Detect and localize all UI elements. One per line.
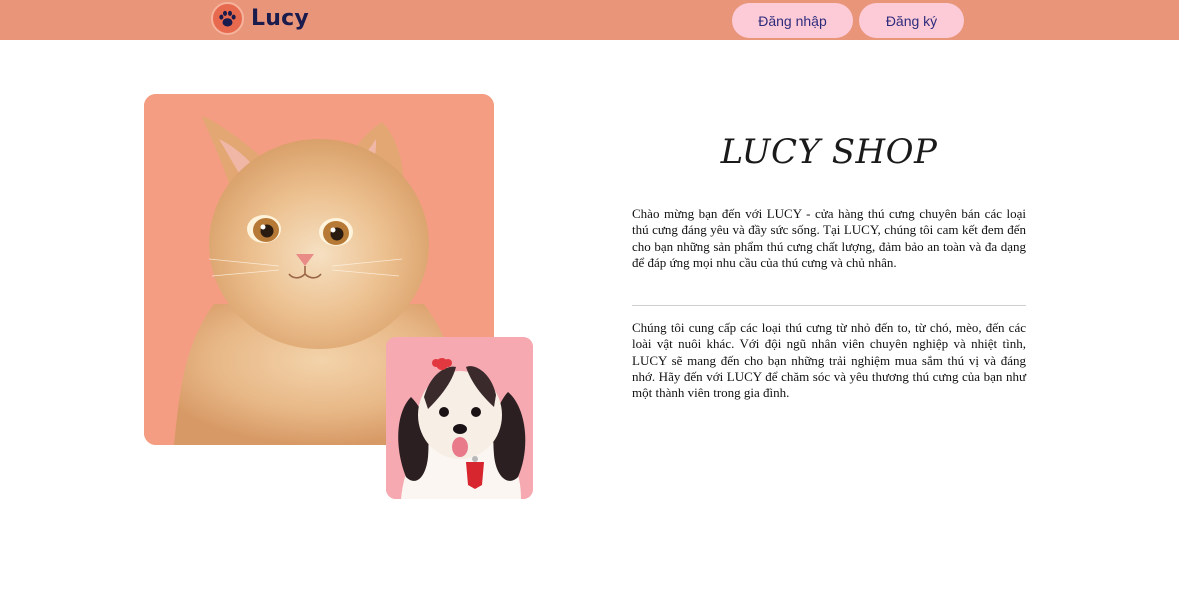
paw-icon [219, 10, 236, 26]
section-divider [632, 305, 1026, 306]
services-paragraph: Chúng tôi cung cấp các loại thú cưng từ … [632, 320, 1026, 401]
register-button[interactable]: Đăng ký [859, 3, 964, 38]
login-button[interactable]: Đăng nhập [732, 3, 853, 38]
puppy-illustration [386, 337, 533, 499]
brand-badge [211, 1, 244, 35]
top-navbar: Lucy Đăng nhập Đăng ký [0, 0, 1179, 40]
brand-logo-link[interactable]: Lucy [211, 1, 309, 35]
puppy-photo [386, 337, 533, 499]
intro-paragraph: Chào mừng bạn đến với LUCY - cửa hàng th… [632, 206, 1026, 270]
brand-name: Lucy [251, 5, 309, 31]
page-title: LUCY SHOP [720, 132, 938, 172]
